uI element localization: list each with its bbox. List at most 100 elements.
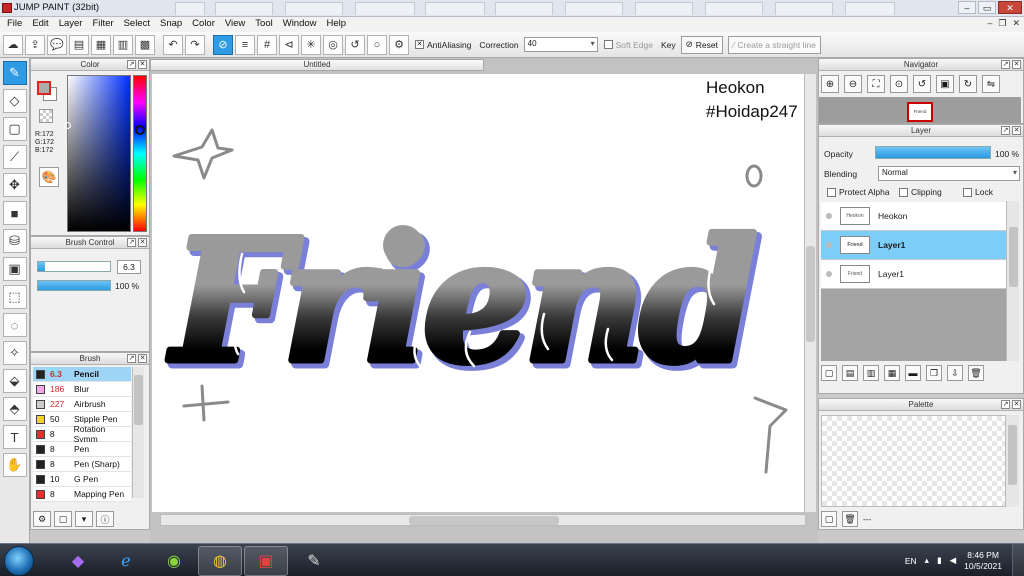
menu-tool[interactable]: Tool — [250, 17, 277, 32]
drawing-canvas[interactable]: Friend Friend Heokon #Hoidap247 — [152, 74, 804, 512]
parallel-snap-icon[interactable]: ≡ — [235, 34, 255, 55]
undo-icon[interactable]: ↶ — [163, 34, 183, 55]
panel-close-icon[interactable]: ✕ — [1012, 60, 1021, 69]
menu-file[interactable]: File — [2, 17, 27, 32]
layer-list-scrollbar[interactable] — [1006, 201, 1019, 361]
layer-row[interactable]: Friend Layer1 — [821, 231, 1006, 260]
blending-dropdown[interactable]: Normal — [878, 166, 1020, 181]
background-tab[interactable] — [635, 2, 693, 15]
page-icon[interactable]: ▦ — [91, 34, 111, 55]
concentric-snap-icon[interactable]: ◎ — [323, 34, 343, 55]
minimize-icon[interactable]: – — [958, 1, 976, 14]
brush-info-icon[interactable]: ⓘ — [96, 511, 114, 527]
rectangle-tool-icon[interactable]: ▢ — [2, 117, 27, 141]
panel-close-icon[interactable]: ✕ — [138, 354, 147, 363]
straight-line-button[interactable]: ⁄ Create a straight line — [727, 35, 821, 54]
background-tab[interactable] — [355, 2, 415, 15]
palette-scrollbar[interactable] — [1006, 415, 1019, 507]
select-pen-tool-icon[interactable]: ⬙ — [2, 369, 27, 393]
background-tab[interactable] — [215, 2, 273, 15]
scrollbar-thumb[interactable] — [1008, 425, 1017, 485]
internet-explorer-icon[interactable]: ℯ — [104, 546, 148, 576]
new-palette-icon[interactable]: ▢ — [821, 511, 837, 527]
system-clock[interactable]: 8:46 PM 10/5/2021 — [964, 550, 1002, 572]
zoom-out-icon[interactable]: ⊖ — [844, 75, 862, 93]
new-folder-icon[interactable]: ▬ — [905, 365, 921, 381]
panel-popout-icon[interactable]: ↗ — [1001, 126, 1010, 135]
protect-alpha-checkbox[interactable]: Protect Alpha — [827, 187, 890, 197]
upload-icon[interactable]: ⇪ — [25, 34, 45, 55]
text-tool-icon[interactable]: T — [2, 425, 27, 449]
document-tab[interactable]: Untitled — [150, 59, 484, 71]
brush-opacity-slider[interactable] — [37, 280, 111, 291]
lock-checkbox[interactable]: Lock — [963, 187, 993, 197]
select-eraser-tool-icon[interactable]: ⬘ — [2, 397, 27, 421]
rotate-right-icon[interactable]: ↻ — [959, 75, 977, 93]
navigator-thumbnail[interactable]: Friend — [907, 102, 933, 122]
panel-close-icon[interactable]: ✕ — [1012, 126, 1021, 135]
snap-off-icon[interactable]: ⊘ — [213, 34, 233, 55]
background-tab[interactable] — [425, 2, 485, 15]
correction-dropdown[interactable]: 40 — [523, 37, 598, 52]
duplicate-layer-icon[interactable]: ❐ — [926, 365, 942, 381]
lasso-tool-icon[interactable]: ◌ — [2, 313, 27, 337]
background-tab[interactable] — [285, 2, 343, 15]
snap-settings-icon[interactable]: ⚙ — [389, 34, 409, 55]
scrollbar-thumb[interactable] — [134, 375, 143, 425]
actual-size-icon[interactable]: ⊙ — [890, 75, 908, 93]
palette-icon[interactable]: 🎨 — [39, 167, 59, 187]
brush-item[interactable]: 227 Airbrush — [33, 397, 131, 412]
antialiasing-checkbox[interactable]: ✕ AntiAliasing — [415, 40, 471, 50]
merge-layer-icon[interactable]: ⇩ — [947, 365, 963, 381]
layer-row[interactable]: Friend Layer1 — [821, 260, 1006, 289]
panel-popout-icon[interactable]: ↗ — [1001, 400, 1010, 409]
hue-slider[interactable] — [133, 75, 147, 232]
new-8bit-layer-icon[interactable]: ▤ — [842, 365, 858, 381]
layer-visibility-icon[interactable] — [826, 242, 832, 248]
new-halftone-layer-icon[interactable]: ▦ — [884, 365, 900, 381]
network-icon[interactable]: ▮ — [937, 555, 942, 566]
menu-snap[interactable]: Snap — [155, 17, 187, 32]
hue-slider-handle[interactable] — [135, 125, 145, 135]
reset-button[interactable]: ⊘ Reset — [680, 35, 723, 54]
speech-bubble-icon[interactable]: 💬 — [47, 34, 67, 55]
vanishing-point-icon[interactable]: ⊲ — [279, 34, 299, 55]
start-button-icon[interactable] — [4, 546, 34, 576]
cloud-icon[interactable]: ☁ — [3, 34, 23, 55]
background-tab[interactable] — [845, 2, 895, 15]
fit-window-icon[interactable]: ⛶ — [867, 75, 885, 93]
brush-item[interactable]: 8 Pen (Sharp) — [33, 457, 131, 472]
canvas-horizontal-scrollbar[interactable] — [160, 514, 806, 526]
reset-view-icon[interactable]: ▣ — [936, 75, 954, 93]
layer-opacity-slider[interactable] — [875, 146, 991, 159]
paint-app-icon[interactable]: ✎ — [292, 546, 336, 576]
show-desktop-button[interactable] — [1012, 544, 1024, 576]
menu-layer[interactable]: Layer — [54, 17, 88, 32]
layer-visibility-icon[interactable] — [826, 271, 832, 277]
menu-view[interactable]: View — [220, 17, 250, 32]
panel-popout-icon[interactable]: ↗ — [127, 354, 136, 363]
line-tool-icon[interactable]: ⟋ — [2, 145, 27, 169]
background-tab[interactable] — [495, 2, 553, 15]
brush-item[interactable]: 8 Mapping Pen — [33, 487, 131, 502]
saturation-value-picker[interactable] — [67, 75, 131, 232]
menu-color[interactable]: Color — [187, 17, 220, 32]
palette-swatch-area[interactable] — [821, 415, 1006, 507]
bucket-tool-icon[interactable]: ⛁ — [2, 229, 27, 253]
radial-snap-icon[interactable]: ✳ — [301, 34, 321, 55]
delete-layer-icon[interactable]: 🗑 — [968, 365, 984, 381]
new-brush-icon[interactable]: ▢ — [54, 511, 72, 527]
hand-tool-icon[interactable]: ✋ — [2, 453, 27, 477]
close-icon[interactable]: ✕ — [998, 1, 1022, 14]
panel-close-icon[interactable]: ✕ — [138, 60, 147, 69]
scrollbar-thumb[interactable] — [409, 516, 559, 525]
doc-close-icon[interactable]: ✕ — [1012, 18, 1020, 29]
doc-minimize-icon[interactable]: – — [987, 18, 992, 29]
layer-visibility-icon[interactable] — [826, 213, 832, 219]
flip-icon[interactable]: ⇋ — [982, 75, 1000, 93]
language-indicator[interactable]: EN — [905, 556, 917, 566]
fill-rect-tool-icon[interactable]: ■ — [2, 201, 27, 225]
curve-snap-icon[interactable]: ↺ — [345, 34, 365, 55]
layer-row[interactable]: Heokon #Hoidap247 Heokon — [821, 202, 1006, 231]
menu-help[interactable]: Help — [322, 17, 352, 32]
